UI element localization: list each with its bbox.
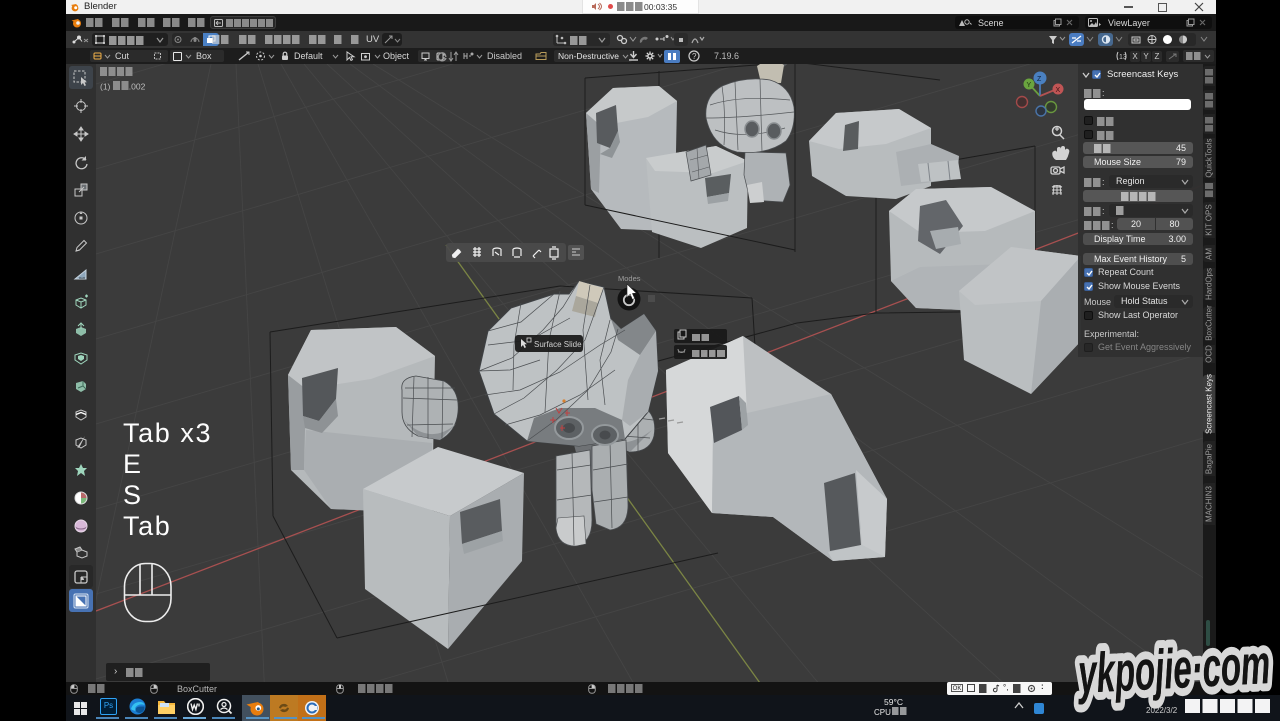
svg-text:13: 13	[1119, 54, 1127, 61]
svg-text:Modes: Modes	[618, 274, 641, 283]
svg-text:Y: Y	[1027, 82, 1032, 89]
svg-text:ykpojie·com: ykpojie·com	[1075, 632, 1272, 705]
svg-text:Surface Slide: Surface Slide	[534, 340, 582, 349]
svg-text:S: S	[123, 480, 143, 510]
svg-text:Tab x3: Tab x3	[123, 418, 212, 448]
svg-text:?: ?	[692, 52, 697, 61]
svg-text:Tab: Tab	[123, 511, 171, 541]
svg-text:X: X	[1056, 87, 1061, 94]
svg-text:E: E	[123, 449, 143, 479]
svg-text:Z: Z	[1037, 76, 1042, 83]
